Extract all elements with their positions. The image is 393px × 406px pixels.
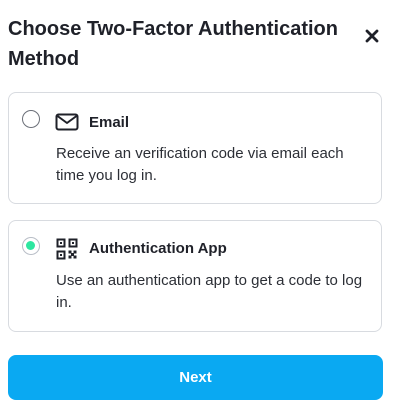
close-icon[interactable] [365, 29, 379, 43]
email-option-description: Receive an verification code via email e… [56, 145, 344, 184]
authentication-app-option-label: Authentication App [89, 240, 227, 257]
email-option-label: Email [89, 114, 130, 131]
authentication-app-option-description: Use an authentication app to get a code … [56, 272, 363, 311]
email-radio[interactable] [22, 110, 40, 128]
envelope-icon [55, 113, 79, 131]
next-button[interactable]: Next [8, 355, 383, 400]
qr-code-icon [56, 238, 78, 260]
close-button[interactable] [362, 26, 382, 46]
dialog-title: Choose Two-Factor Authentication Method [8, 18, 338, 70]
authentication-app-radio[interactable] [22, 237, 40, 255]
option-authentication-app[interactable]: Authentication App Use an authentication… [8, 220, 382, 332]
option-email[interactable]: Email Receive an verification code via e… [8, 92, 382, 204]
